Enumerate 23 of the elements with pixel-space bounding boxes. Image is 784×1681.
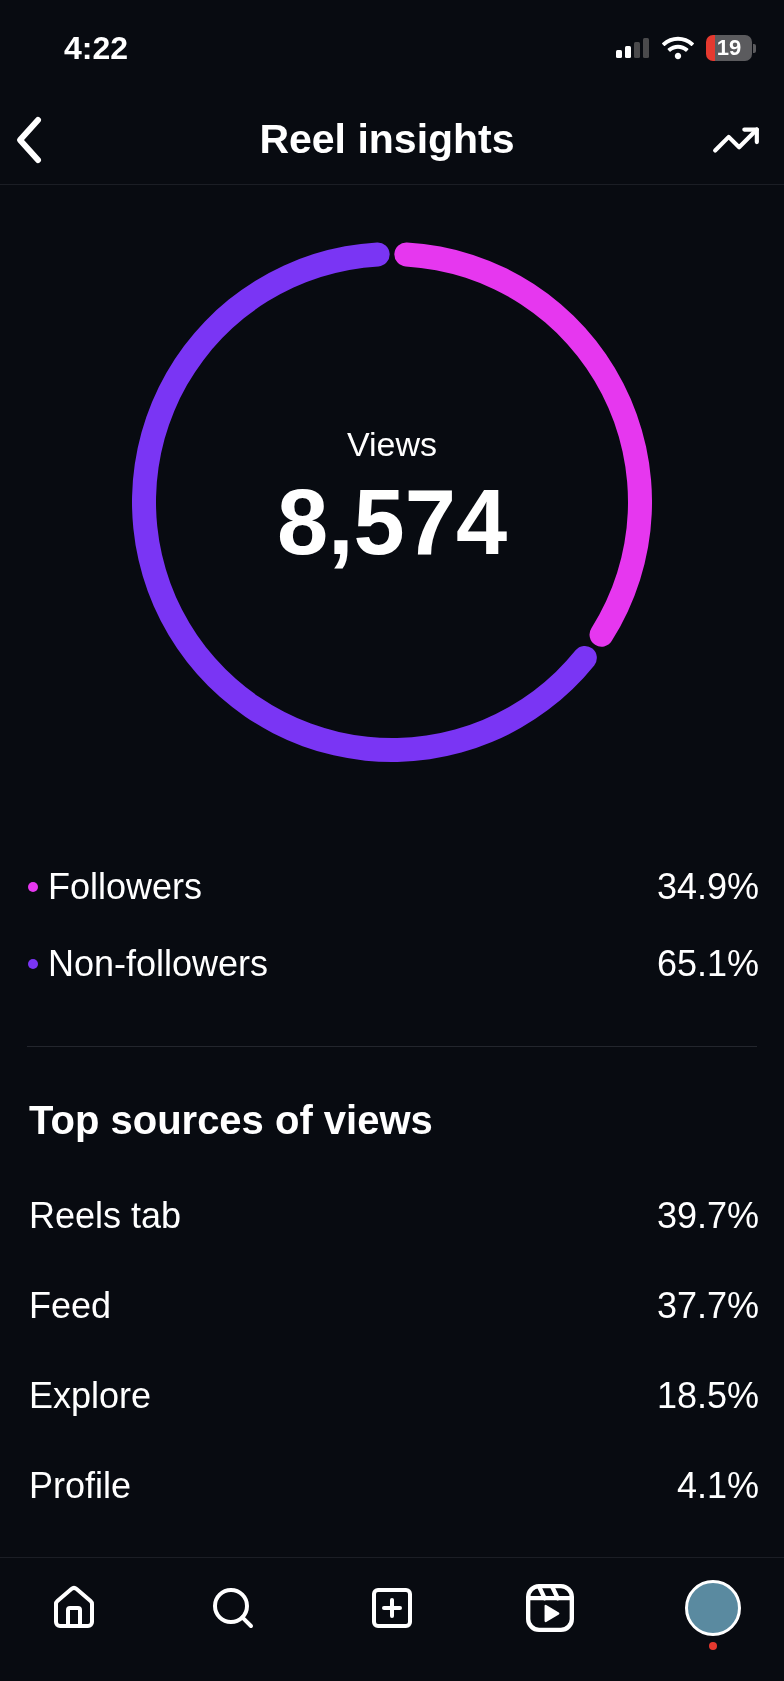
source-percent: 37.7%	[656, 1284, 759, 1328]
profile-avatar	[685, 1580, 741, 1636]
signal-icon	[616, 38, 650, 58]
source-name: Reels tab	[29, 1194, 182, 1238]
status-time: 4:22	[64, 29, 129, 68]
page-title: Reel insights	[259, 115, 515, 165]
source-name: Explore	[29, 1374, 152, 1418]
source-percent: 4.1%	[676, 1464, 759, 1508]
battery-indicator: 19	[706, 35, 756, 61]
views-label: Views	[346, 424, 438, 464]
legend-percent: 34.9%	[656, 864, 759, 909]
section-title: Top sources of views	[29, 1097, 433, 1144]
legend-percent: 65.1%	[656, 941, 759, 986]
views-total: 8,574	[276, 472, 508, 572]
source-percent: 39.7%	[656, 1194, 759, 1238]
reels-icon	[526, 1584, 575, 1632]
chevron-left-icon	[14, 115, 44, 165]
legend-label: Non-followers	[48, 941, 269, 986]
reels-tab[interactable]	[526, 1584, 575, 1632]
legend-label: Followers	[48, 864, 203, 909]
source-percent: 18.5%	[656, 1374, 759, 1418]
source-name: Feed	[29, 1284, 112, 1328]
source-name: Profile	[29, 1464, 132, 1508]
